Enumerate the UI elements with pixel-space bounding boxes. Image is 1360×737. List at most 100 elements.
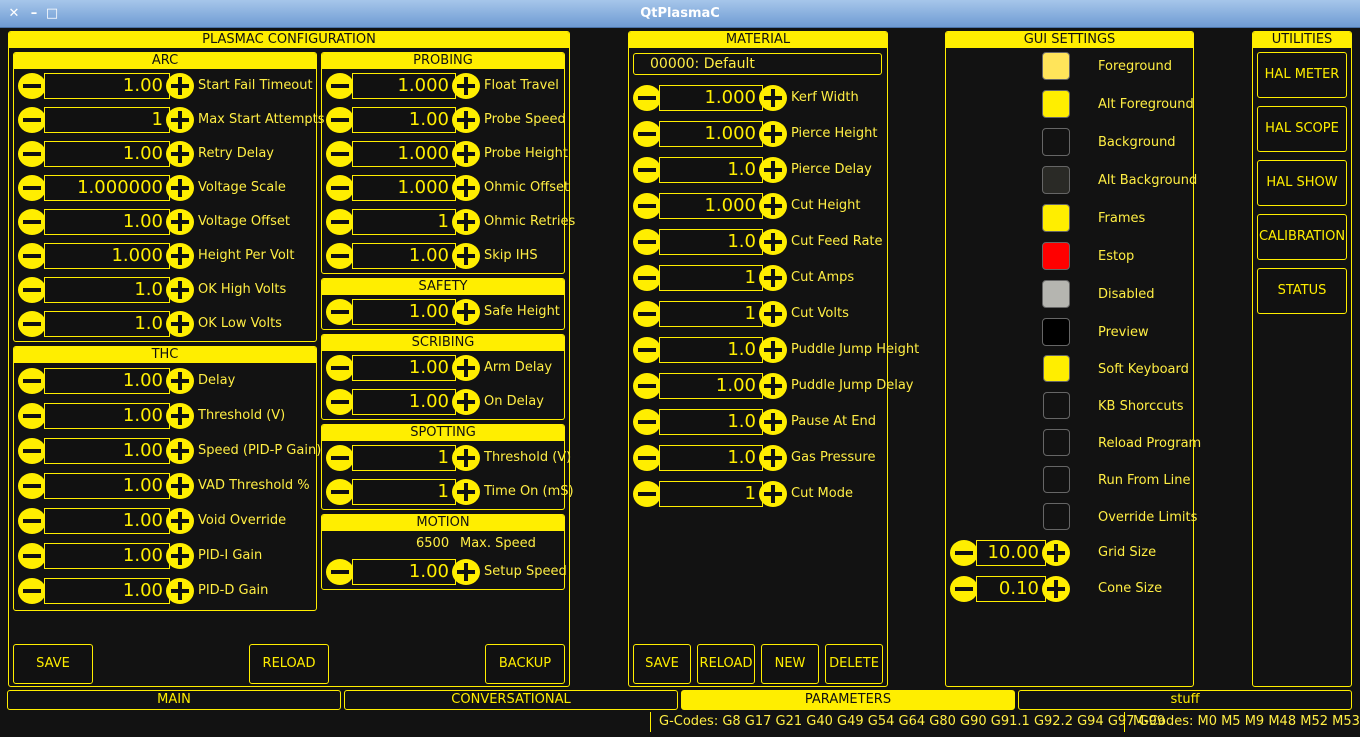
value-field[interactable]: 1.0: [44, 311, 170, 337]
color-swatch[interactable]: [1042, 242, 1070, 270]
tab-parameters[interactable]: PARAMETERS: [681, 690, 1015, 710]
minus-icon[interactable]: [18, 543, 46, 569]
plus-icon[interactable]: [166, 243, 194, 269]
plus-icon[interactable]: [759, 301, 787, 327]
value-field[interactable]: 10.00: [976, 540, 1046, 566]
minus-icon[interactable]: [18, 578, 46, 604]
utility-button[interactable]: STATUS: [1257, 268, 1347, 314]
tab-stuff[interactable]: stuff: [1018, 690, 1352, 710]
checkbox[interactable]: [1043, 355, 1070, 382]
minus-icon[interactable]: [18, 141, 46, 167]
color-swatch[interactable]: [1042, 318, 1070, 346]
utility-button[interactable]: HAL SCOPE: [1257, 106, 1347, 152]
minus-icon[interactable]: [18, 107, 46, 133]
plus-icon[interactable]: [759, 229, 787, 255]
checkbox[interactable]: [1043, 503, 1070, 530]
value-field[interactable]: 1.00: [44, 473, 170, 499]
value-field[interactable]: 1.00: [44, 508, 170, 534]
minus-icon[interactable]: [633, 157, 661, 183]
minus-icon[interactable]: [633, 301, 661, 327]
value-field[interactable]: 1.000: [659, 193, 763, 219]
plus-icon[interactable]: [759, 85, 787, 111]
plus-icon[interactable]: [166, 438, 194, 464]
plus-icon[interactable]: [759, 265, 787, 291]
value-field[interactable]: 1.000000: [44, 175, 170, 201]
minus-icon[interactable]: [18, 438, 46, 464]
plus-icon[interactable]: [759, 481, 787, 507]
value-field[interactable]: 1.0: [659, 337, 763, 363]
minus-icon[interactable]: [633, 409, 661, 435]
plus-icon[interactable]: [166, 141, 194, 167]
plus-icon[interactable]: [166, 403, 194, 429]
plus-icon[interactable]: [759, 121, 787, 147]
checkbox[interactable]: [1043, 466, 1070, 493]
plus-icon[interactable]: [759, 445, 787, 471]
tab-conversational[interactable]: CONVERSATIONAL: [344, 690, 678, 710]
material-selector[interactable]: 00000: Default: [633, 53, 882, 75]
plus-icon[interactable]: [166, 73, 194, 99]
plus-icon[interactable]: [166, 209, 194, 235]
plus-icon[interactable]: [759, 409, 787, 435]
plasmac-save-button[interactable]: SAVE: [13, 644, 93, 684]
minus-icon[interactable]: [18, 277, 46, 303]
plus-icon[interactable]: [166, 277, 194, 303]
value-field[interactable]: 1: [659, 481, 763, 507]
minus-icon[interactable]: [633, 85, 661, 111]
minus-icon[interactable]: [633, 373, 661, 399]
value-field[interactable]: 1.000: [659, 85, 763, 111]
value-field[interactable]: 1.00: [44, 438, 170, 464]
plus-icon[interactable]: [1042, 540, 1070, 566]
value-field[interactable]: 1.00: [44, 141, 170, 167]
minus-icon[interactable]: [950, 540, 978, 566]
value-field[interactable]: 1.00: [44, 403, 170, 429]
value-field[interactable]: 1.0: [659, 445, 763, 471]
checkbox[interactable]: [1043, 392, 1070, 419]
value-field[interactable]: 1.00: [44, 368, 170, 394]
color-swatch[interactable]: [1042, 204, 1070, 232]
value-field[interactable]: 1.0: [659, 157, 763, 183]
value-field[interactable]: 1.00: [659, 373, 763, 399]
value-field[interactable]: 1: [659, 301, 763, 327]
utility-button[interactable]: CALIBRATION: [1257, 214, 1347, 260]
value-field[interactable]: 1.0: [659, 409, 763, 435]
material-delete-button[interactable]: DELETE: [825, 644, 883, 684]
material-reload-button[interactable]: RELOAD: [697, 644, 755, 684]
material-new-button[interactable]: NEW: [761, 644, 819, 684]
plus-icon[interactable]: [166, 508, 194, 534]
plus-icon[interactable]: [759, 337, 787, 363]
minus-icon[interactable]: [633, 445, 661, 471]
tab-main[interactable]: MAIN: [7, 690, 341, 710]
minus-icon[interactable]: [633, 337, 661, 363]
plus-icon[interactable]: [1042, 576, 1070, 602]
plasmac-backup-button[interactable]: BACKUP: [485, 644, 565, 684]
minus-icon[interactable]: [633, 121, 661, 147]
minus-icon[interactable]: [18, 175, 46, 201]
minus-icon[interactable]: [950, 576, 978, 602]
value-field[interactable]: 1.000: [44, 243, 170, 269]
value-field[interactable]: 0.10: [976, 576, 1046, 602]
plus-icon[interactable]: [166, 107, 194, 133]
value-field[interactable]: 1.00: [44, 543, 170, 569]
plus-icon[interactable]: [166, 578, 194, 604]
minus-icon[interactable]: [18, 73, 46, 99]
minus-icon[interactable]: [18, 368, 46, 394]
plus-icon[interactable]: [166, 311, 194, 337]
material-save-button[interactable]: SAVE: [633, 644, 691, 684]
minus-icon[interactable]: [633, 193, 661, 219]
value-field[interactable]: 1.0: [659, 229, 763, 255]
plus-icon[interactable]: [759, 193, 787, 219]
minus-icon[interactable]: [18, 209, 46, 235]
value-field[interactable]: 1: [44, 107, 170, 133]
minus-icon[interactable]: [633, 265, 661, 291]
value-field[interactable]: 1.0: [44, 277, 170, 303]
plasmac-reload-button[interactable]: RELOAD: [249, 644, 329, 684]
value-field[interactable]: 1.00: [44, 578, 170, 604]
plus-icon[interactable]: [759, 373, 787, 399]
plus-icon[interactable]: [759, 157, 787, 183]
value-field[interactable]: 1.000: [659, 121, 763, 147]
value-field[interactable]: 1.00: [44, 73, 170, 99]
plus-icon[interactable]: [166, 368, 194, 394]
plus-icon[interactable]: [166, 473, 194, 499]
value-field[interactable]: 1: [659, 265, 763, 291]
minus-icon[interactable]: [18, 508, 46, 534]
